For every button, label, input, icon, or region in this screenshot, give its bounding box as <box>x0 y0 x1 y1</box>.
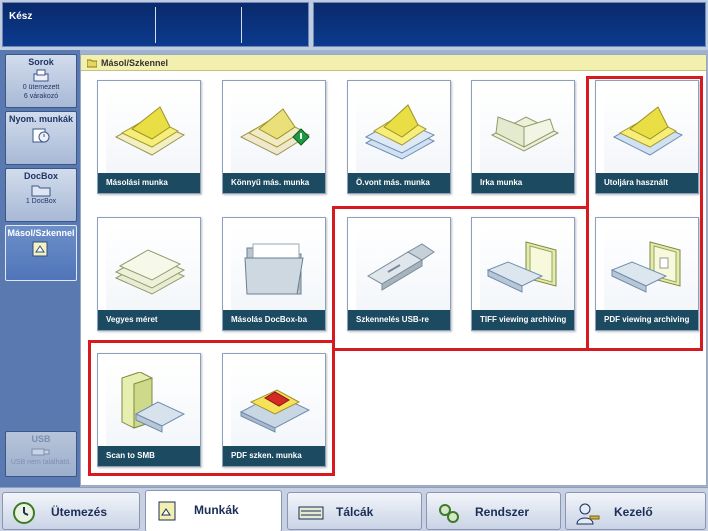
tile-tiff-viewing-archiving[interactable]: TIFF viewing archiving <box>471 217 575 331</box>
status-text: Kész <box>9 11 33 22</box>
usb-icon <box>31 448 50 456</box>
status-panel-secondary <box>313 2 706 47</box>
folder-icon <box>87 59 97 68</box>
tab-trays[interactable]: Tálcák <box>287 492 422 530</box>
main-content: Másol/Szkennel Másolási munka Könnyű más… <box>80 54 707 486</box>
booklet-icon <box>490 116 560 152</box>
status-panel: Kész <box>2 2 309 47</box>
scanner-monitor-icon <box>610 241 681 293</box>
status-bar: Kész <box>0 0 708 50</box>
tile-scan-to-usb[interactable]: Szkennelés USB-re <box>347 217 451 331</box>
tile-copy-to-docbox[interactable]: Másolás DocBox-ba <box>222 217 326 331</box>
sidebar-item-print-jobs[interactable]: Nyom. munkák <box>5 111 77 165</box>
sidebar: Sorok 0 ütemezett 6 várakozó Nyom. munká… <box>0 50 80 487</box>
tile-mixed-size[interactable]: Vegyes méret <box>97 217 201 331</box>
folder-icon <box>31 185 51 197</box>
page-title: Másol/Szkennel <box>81 55 706 71</box>
usb-drive-icon <box>367 243 435 291</box>
scanner-monitor-icon <box>486 241 557 293</box>
document-icon <box>158 501 176 521</box>
tray-icon <box>298 506 324 520</box>
tab-jobs[interactable]: Munkák <box>145 490 282 531</box>
sidebar-item-usb: USB USB nem található. <box>5 431 77 477</box>
folder-icon <box>244 243 304 295</box>
tab-schedule[interactable]: Ütemezés <box>2 492 140 530</box>
printer-icon <box>33 69 49 82</box>
tile-booklet-job[interactable]: Irka munka <box>471 80 575 194</box>
tile-copy-job[interactable]: Másolási munka <box>97 80 201 194</box>
copy-document-icon <box>114 106 186 156</box>
combined-copy-icon <box>364 104 436 160</box>
tile-pdf-viewing-archiving[interactable]: PDF viewing archiving <box>595 217 699 331</box>
clock-document-icon <box>32 128 50 143</box>
easy-copy-icon <box>239 108 311 156</box>
mixed-size-icon <box>114 249 186 295</box>
copy-scan-icon <box>32 241 48 257</box>
tile-easy-copy-job[interactable]: Könnyű más. munka <box>222 80 326 194</box>
sidebar-item-copy-scan[interactable]: Másol/Szkennel <box>5 225 77 281</box>
tile-last-used[interactable]: Utoljára használt <box>595 80 699 194</box>
bottom-tab-bar: Ütemezés Munkák Tálcák Rendszer Kezelő <box>0 487 708 531</box>
gears-icon <box>439 504 459 523</box>
tile-combined-copy-job[interactable]: Ö.vont más. munka <box>347 80 451 194</box>
tile-pdf-scan-job[interactable]: PDF szken. munka <box>222 353 326 467</box>
user-key-icon <box>576 503 600 525</box>
clock-icon <box>13 502 35 524</box>
tile-scan-to-smb[interactable]: Scan to SMB <box>97 353 201 467</box>
sidebar-item-queues[interactable]: Sorok 0 ütemezett 6 várakozó <box>5 54 77 108</box>
tab-operator[interactable]: Kezelő <box>565 492 706 530</box>
tab-system[interactable]: Rendszer <box>426 492 561 530</box>
server-scanner-icon <box>121 372 186 433</box>
pdf-scan-icon <box>239 389 311 433</box>
sidebar-item-docbox[interactable]: DocBox 1 DocBox <box>5 168 77 222</box>
last-used-copy-icon <box>612 106 684 156</box>
